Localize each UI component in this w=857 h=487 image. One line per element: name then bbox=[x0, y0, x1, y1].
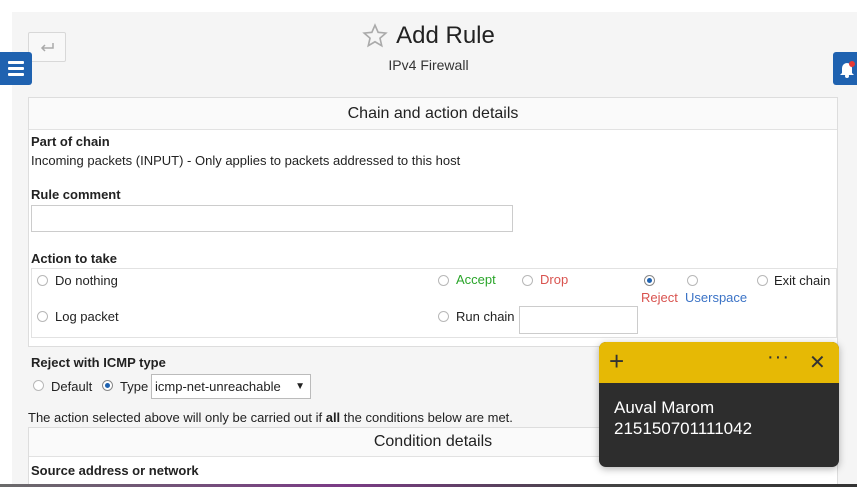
radio-userspace[interactable] bbox=[687, 275, 698, 286]
icmp-default-label: Default bbox=[51, 379, 93, 394]
star-icon[interactable] bbox=[362, 23, 388, 49]
page-title-wrap: Add Rule bbox=[0, 22, 857, 54]
icmp-label: Reject with ICMP type bbox=[31, 355, 166, 370]
option-userspace-label: Userspace bbox=[685, 290, 748, 305]
option-run-chain-label: Run chain bbox=[456, 309, 515, 324]
panel-heading: Chain and action details bbox=[29, 98, 837, 130]
option-accept-label: Accept bbox=[456, 272, 496, 287]
source-address-label: Source address or network bbox=[31, 463, 199, 478]
radio-exit-chain[interactable] bbox=[757, 275, 768, 286]
part-of-chain-value: Incoming packets (INPUT) - Only applies … bbox=[31, 153, 461, 168]
chevron-down-icon: ▼ bbox=[295, 381, 305, 392]
close-icon[interactable]: ✕ bbox=[809, 350, 826, 375]
icmp-type-value: icmp-net-unreachable bbox=[155, 379, 281, 394]
action-label: Action to take bbox=[31, 251, 117, 266]
page-title: Add Rule bbox=[396, 22, 495, 49]
action-options: Do nothing Accept Drop Reject Userspace … bbox=[31, 268, 837, 338]
part-of-chain-label: Part of chain bbox=[31, 134, 110, 149]
option-do-nothing-label: Do nothing bbox=[55, 273, 118, 288]
rule-comment-input[interactable] bbox=[31, 205, 513, 232]
page-subtitle: IPv4 Firewall bbox=[388, 57, 469, 73]
rule-comment-label: Rule comment bbox=[31, 187, 121, 202]
more-icon[interactable]: ··· bbox=[767, 346, 790, 369]
icmp-type-select[interactable]: icmp-net-unreachable ▼ bbox=[151, 374, 311, 399]
chain-action-panel: Chain and action details Part of chain I… bbox=[28, 97, 838, 347]
radio-icmp-type[interactable] bbox=[102, 380, 113, 391]
plus-icon[interactable]: + bbox=[609, 348, 629, 374]
option-drop-label: Drop bbox=[540, 272, 569, 287]
sticky-note-line2: 215150701111042 bbox=[614, 419, 753, 438]
option-log-packet-label: Log packet bbox=[55, 309, 119, 324]
sticky-note-body[interactable]: Auval Marom 215150701111042 bbox=[599, 383, 839, 453]
radio-icmp-default[interactable] bbox=[33, 380, 44, 391]
sticky-note[interactable]: + ··· ✕ Auval Marom 215150701111042 bbox=[599, 342, 839, 467]
radio-drop[interactable] bbox=[522, 275, 533, 286]
radio-do-nothing[interactable] bbox=[37, 275, 48, 286]
radio-log-packet[interactable] bbox=[37, 311, 48, 322]
icmp-type-label: Type bbox=[120, 379, 149, 394]
radio-run-chain[interactable] bbox=[438, 311, 449, 322]
radio-accept[interactable] bbox=[438, 275, 449, 286]
option-reject-label: Reject bbox=[641, 290, 678, 305]
radio-reject[interactable] bbox=[644, 275, 655, 286]
sticky-note-line1: Auval Marom bbox=[614, 398, 715, 417]
conditions-note: The action selected above will only be c… bbox=[28, 410, 513, 425]
option-exit-chain-label: Exit chain bbox=[774, 273, 831, 288]
run-chain-input[interactable] bbox=[519, 306, 638, 334]
sticky-note-header: + ··· ✕ bbox=[599, 342, 839, 383]
